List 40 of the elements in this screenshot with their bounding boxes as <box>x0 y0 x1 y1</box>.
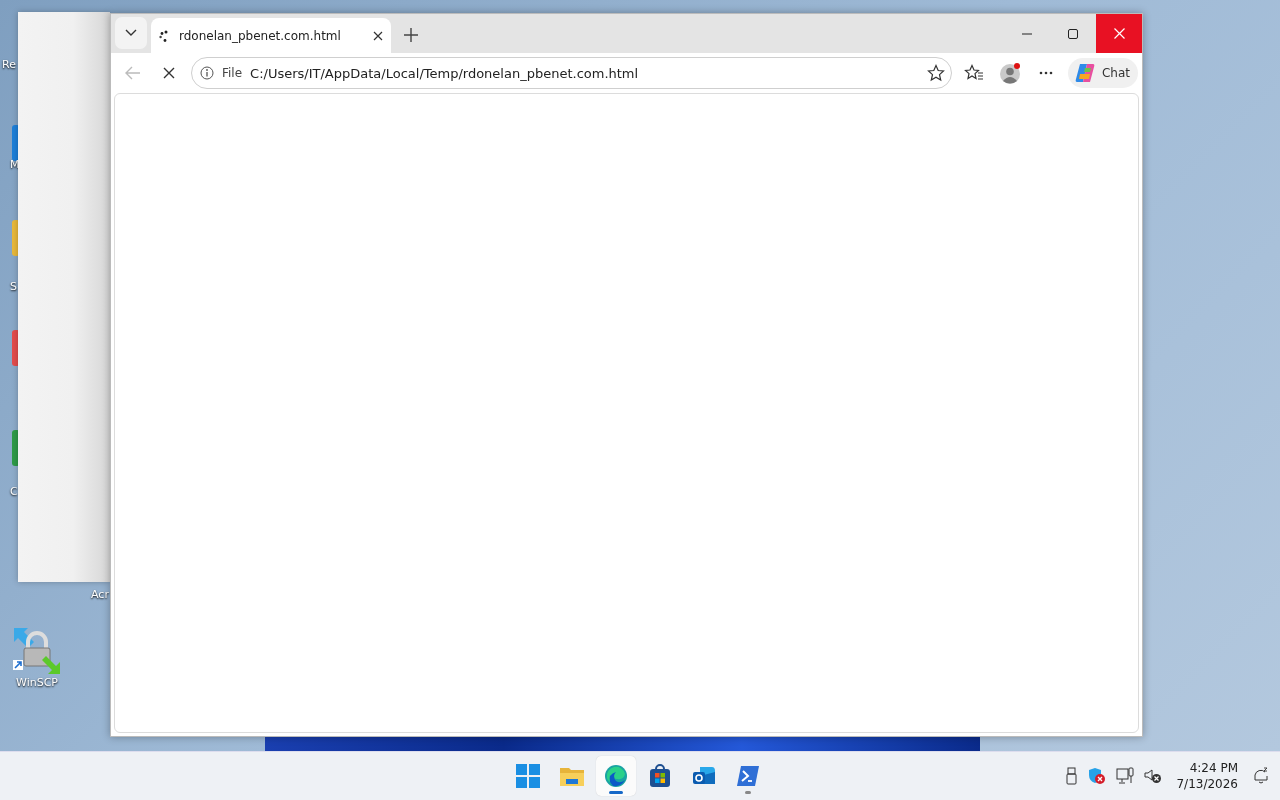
minimize-icon <box>1022 32 1032 35</box>
edge-icon <box>604 764 628 788</box>
star-icon[interactable] <box>926 64 945 82</box>
shield-error-icon[interactable] <box>1088 767 1107 785</box>
clock-date: 7/13/2026 <box>1176 776 1238 792</box>
chevron-down-icon <box>125 29 137 37</box>
scheme-label: File <box>222 66 243 80</box>
usb-drive-icon[interactable] <box>1066 767 1079 785</box>
windows-logo-icon <box>516 764 540 788</box>
lock-arrows-icon[interactable] <box>12 626 62 674</box>
store-bag-icon <box>649 764 671 788</box>
speaker-muted-icon[interactable] <box>1144 768 1163 784</box>
terminal-icon <box>736 765 760 787</box>
icon-label: Re <box>2 58 16 71</box>
network-icon[interactable] <box>1116 767 1135 785</box>
loading-spinner-icon <box>159 29 169 42</box>
plus-icon[interactable] <box>403 27 419 43</box>
chat-button[interactable]: Chat <box>1067 58 1138 88</box>
maximize-icon <box>1068 28 1078 39</box>
browser-tab[interactable]: rdonelan_pbenet.com.html <box>151 18 391 53</box>
info-icon <box>200 66 214 80</box>
url-text: C:/Users/IT/AppData/Local/Temp/rdonelan_pbenet.com.html <box>250 65 640 81</box>
folder-icon <box>559 765 585 787</box>
icon-label: S <box>10 280 17 293</box>
tab-list-button[interactable] <box>115 17 147 49</box>
back-arrow-icon <box>125 66 141 80</box>
favorites-icon[interactable] <box>963 64 984 82</box>
stop-icon <box>163 67 175 79</box>
icon-label: WinSCP <box>16 676 58 689</box>
icon-label: C <box>10 485 18 498</box>
clock-time: 4:24 PM <box>1189 760 1238 776</box>
close-icon <box>1113 28 1125 39</box>
icon-label: Acr <box>91 588 109 601</box>
copilot-icon <box>1073 62 1096 84</box>
profile-icon[interactable] <box>998 62 1021 84</box>
close-icon[interactable] <box>373 30 383 41</box>
icon-label: M <box>10 158 20 171</box>
notification-bell-icon[interactable] <box>1252 767 1270 785</box>
more-icon[interactable] <box>1038 71 1053 75</box>
taskbar-app[interactable] <box>596 756 636 796</box>
